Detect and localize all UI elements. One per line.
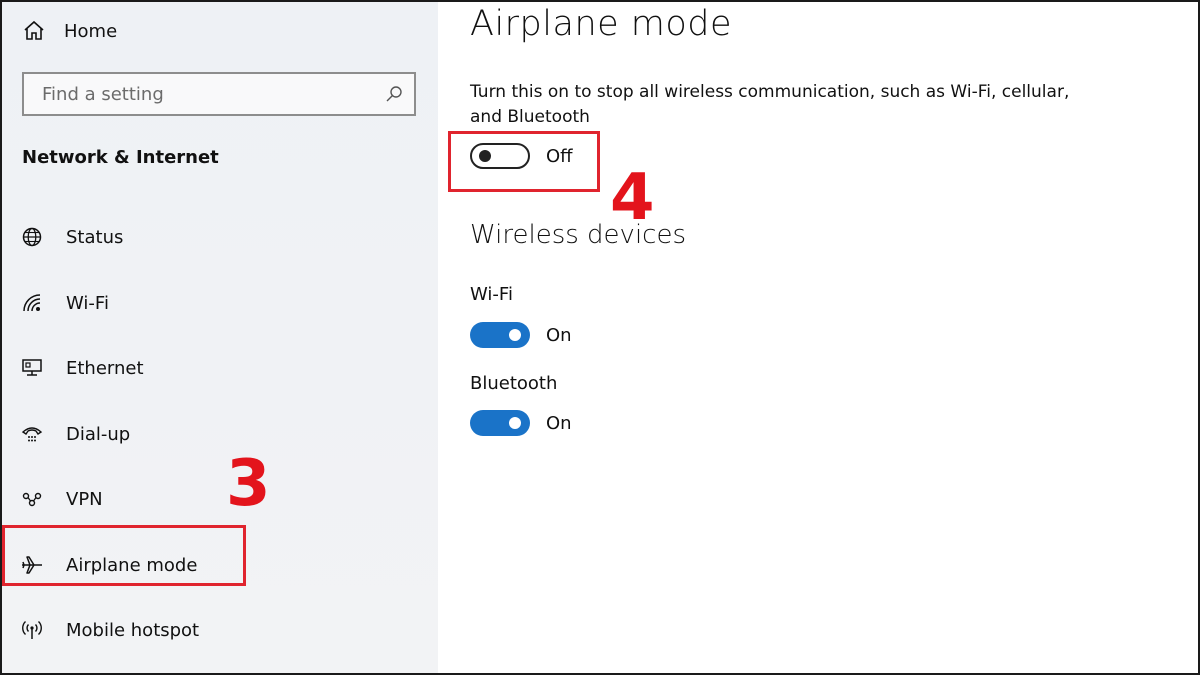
- sidebar-item-ethernet[interactable]: Ethernet: [20, 348, 420, 388]
- sidebar-item-label: VPN: [66, 488, 103, 510]
- airplane-mode-highlight: [2, 525, 246, 586]
- sidebar-item-label: Dial-up: [66, 423, 131, 445]
- wifi-toggle-row: On: [470, 322, 572, 348]
- toggle-knob: [509, 329, 521, 341]
- vpn-icon: [22, 492, 42, 507]
- sidebar-item-label: Wi-Fi: [66, 292, 109, 314]
- search-box[interactable]: [22, 72, 416, 116]
- step-3-marker: 3: [226, 447, 271, 521]
- airplane-description: Turn this on to stop all wireless commun…: [470, 82, 1070, 127]
- airplane-toggle-highlight: [448, 131, 600, 192]
- search-input[interactable]: [40, 82, 384, 106]
- sidebar-item-label: Status: [66, 226, 124, 248]
- sidebar-item-status[interactable]: Status: [20, 217, 420, 257]
- sidebar-item-wifi[interactable]: Wi-Fi: [20, 283, 420, 323]
- main-content: Airplane mode Turn this on to stop all w…: [470, 0, 1200, 675]
- wifi-state: On: [546, 324, 572, 346]
- globe-icon: [22, 227, 42, 247]
- wifi-label: Wi-Fi: [470, 284, 513, 305]
- home-link[interactable]: Home: [22, 16, 117, 46]
- home-icon: [24, 20, 44, 40]
- sidebar-item-dialup[interactable]: Dial-up: [20, 414, 420, 454]
- wifi-icon: [23, 294, 41, 312]
- wifi-toggle[interactable]: [470, 322, 530, 348]
- page-title: Airplane mode: [470, 4, 733, 44]
- hotspot-icon: [22, 620, 42, 639]
- home-label: Home: [64, 20, 118, 42]
- bluetooth-toggle[interactable]: [470, 410, 530, 436]
- section-title: Network & Internet: [22, 147, 219, 168]
- sidebar-item-mobile-hotspot[interactable]: Mobile hotspot: [20, 610, 420, 650]
- bluetooth-label: Bluetooth: [470, 373, 558, 394]
- bluetooth-toggle-row: On: [470, 410, 572, 436]
- sidebar-item-vpn[interactable]: VPN: [20, 479, 420, 519]
- dialup-icon: [21, 427, 43, 442]
- step-4-marker: 4: [610, 161, 655, 235]
- search-icon[interactable]: [384, 84, 404, 104]
- sidebar-item-label: Ethernet: [66, 357, 144, 379]
- bluetooth-state: On: [546, 412, 572, 434]
- ethernet-icon: [22, 359, 42, 376]
- sidebar-item-label: Mobile hotspot: [66, 619, 200, 641]
- toggle-knob: [509, 417, 521, 429]
